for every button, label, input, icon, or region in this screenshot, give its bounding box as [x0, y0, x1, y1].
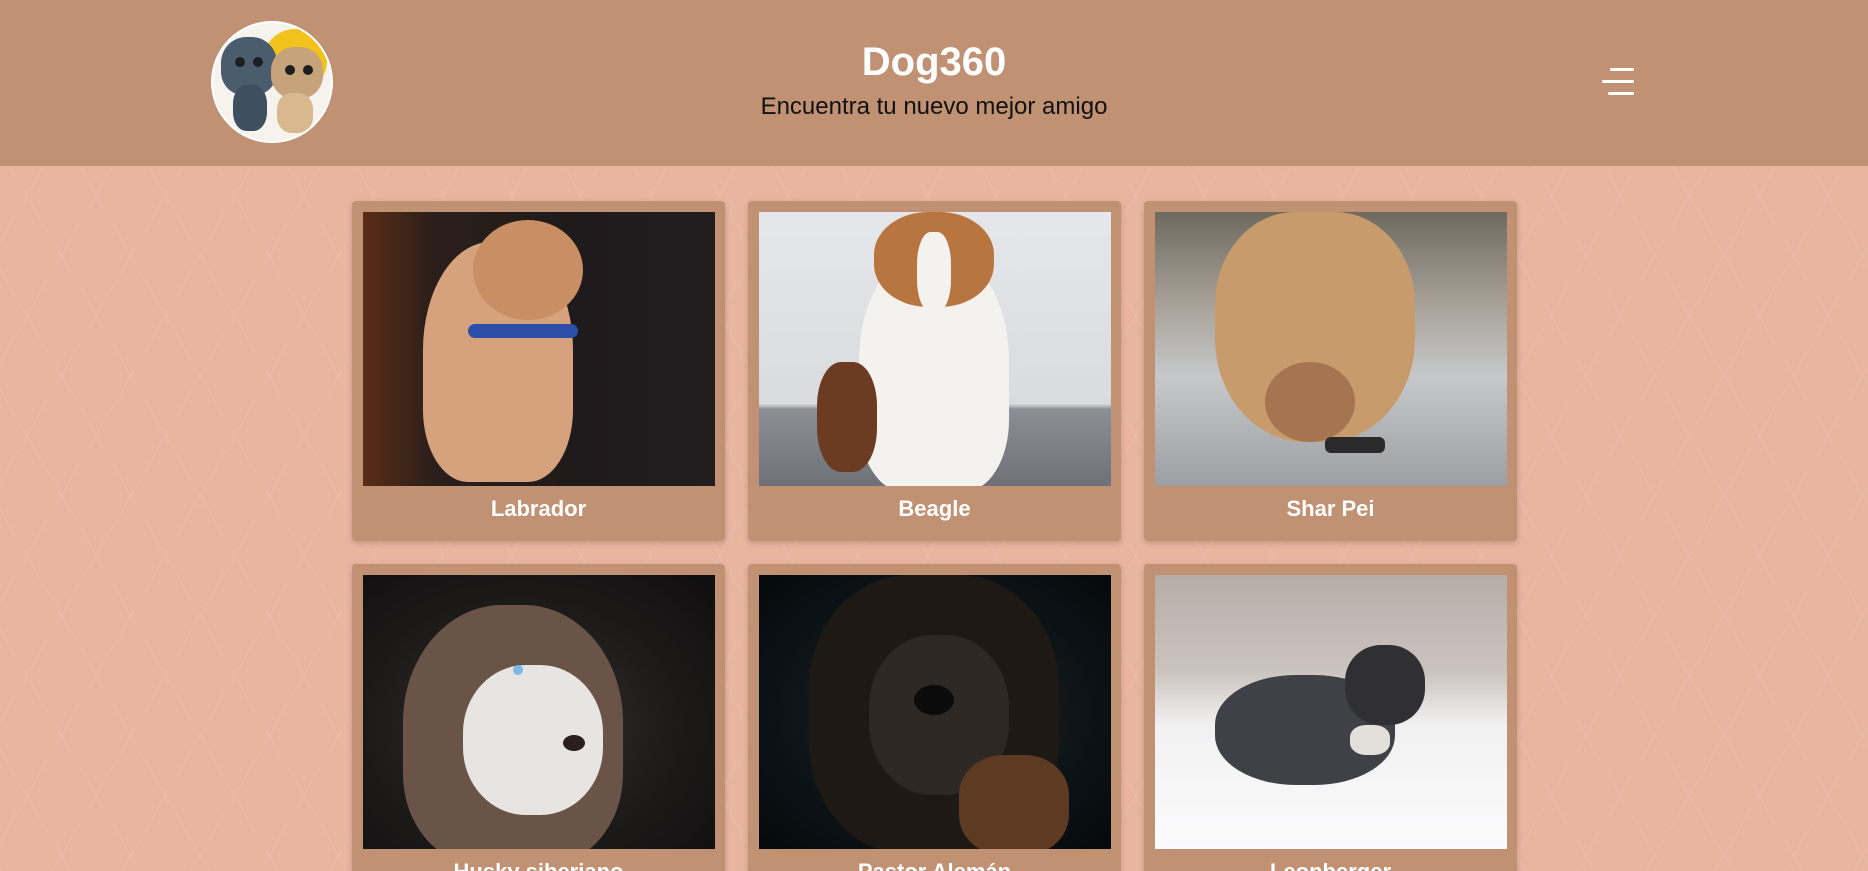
dog-card-label: Beagle	[898, 496, 971, 521]
dog-photo-shar-pei	[1155, 212, 1507, 486]
dog-card-pastor-aleman[interactable]: Pastor Alemán	[748, 564, 1121, 871]
menu-line	[1608, 92, 1634, 95]
dog-card-label: Pastor Alemán	[748, 858, 1121, 871]
dog-card-shar-pei[interactable]: Shar Pei	[1144, 201, 1517, 541]
dog-card-husky[interactable]: Husky siberiano	[352, 564, 725, 871]
dog-photo-pastor-aleman	[759, 575, 1111, 849]
dog-card-leonberger[interactable]: Leonberger	[1144, 564, 1517, 871]
dog-card-labrador[interactable]: Labrador	[352, 201, 725, 541]
hamburger-menu-icon[interactable]	[1598, 66, 1634, 98]
dog-photo-labrador	[363, 212, 715, 486]
menu-line	[1610, 68, 1634, 71]
dog-card-label: Leonberger	[1144, 858, 1517, 871]
menu-line	[1602, 80, 1634, 83]
site-subtitle: Encuentra tu nuevo mejor amigo	[760, 93, 1108, 120]
dog-card-beagle[interactable]: Beagle	[748, 201, 1121, 541]
dog-photo-husky	[363, 575, 715, 849]
dog-card-label: Labrador	[490, 496, 587, 521]
site-header: Dog360 Encuentra tu nuevo mejor amigo	[0, 0, 1868, 166]
dog-card-label: Shar Pei	[1286, 496, 1375, 521]
dog-photo-beagle	[759, 212, 1111, 486]
dog-card-label: Husky siberiano	[352, 858, 725, 871]
site-title: Dog360	[861, 40, 1007, 84]
dog-photo-leonberger	[1155, 575, 1507, 849]
